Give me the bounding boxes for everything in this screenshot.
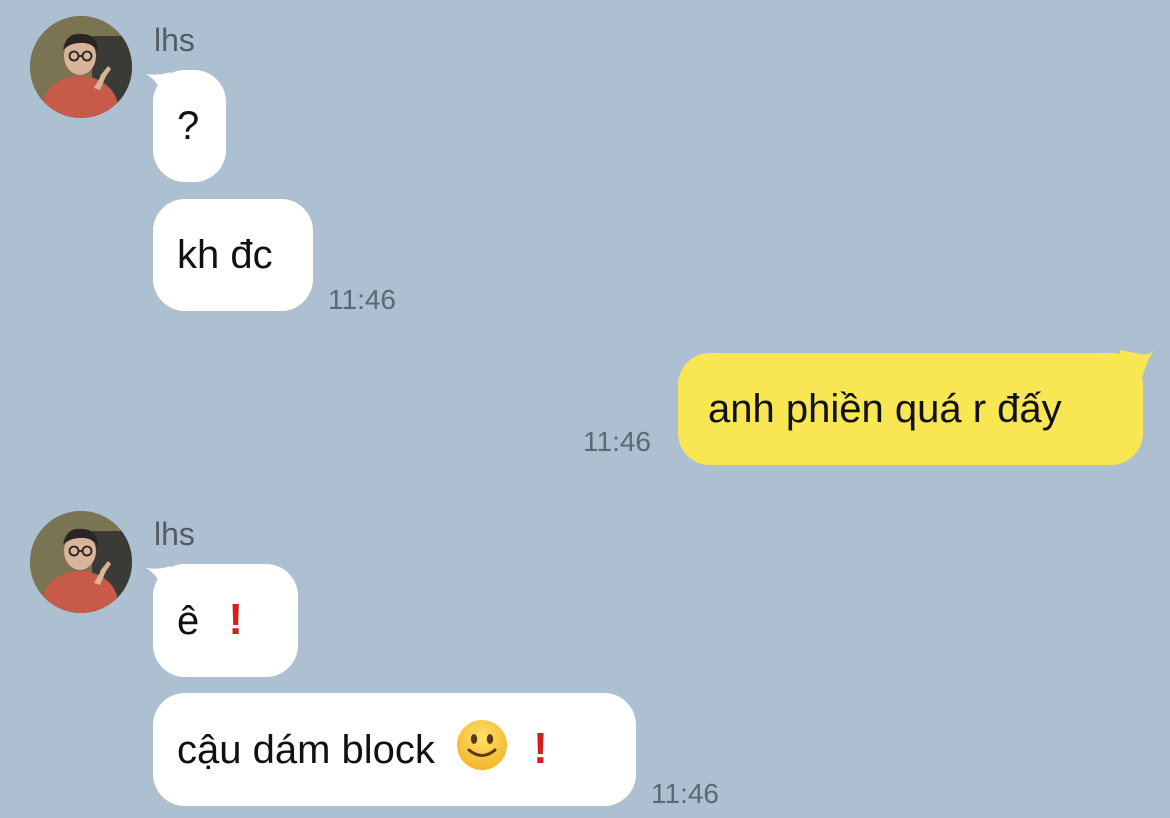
exclamation-mark-icon: ! (228, 595, 244, 644)
message-text: ê (177, 599, 200, 643)
sender-avatar[interactable] (30, 511, 132, 613)
message-timestamp: 11:46 (583, 426, 651, 457)
message-bubble[interactable]: ê ! (153, 564, 298, 677)
sender-avatar[interactable] (30, 16, 132, 118)
message-timestamp: 11:46 (651, 778, 719, 809)
bubble-tail (1120, 350, 1154, 378)
message-bubble[interactable]: kh đc (153, 199, 313, 311)
slightly-smiling-face-icon (457, 720, 508, 770)
sender-name: lhs (154, 516, 195, 552)
avatar-photo (30, 16, 132, 118)
exclamation-mark-icon: ! (533, 724, 548, 773)
message-text: cậu dám block (177, 728, 435, 772)
message-text: anh phiền quá r đấy (708, 387, 1062, 431)
message-bubble[interactable]: ? (153, 70, 226, 182)
message-bubble[interactable]: cậu dám block ! (153, 693, 636, 806)
message-bubble-own[interactable]: anh phiền quá r đấy (678, 353, 1143, 465)
avatar-photo (30, 511, 132, 613)
message-text: ? (177, 104, 200, 148)
sender-name: lhs (154, 22, 195, 58)
message-timestamp: 11:46 (328, 284, 396, 315)
message-text: kh đc (177, 233, 273, 277)
